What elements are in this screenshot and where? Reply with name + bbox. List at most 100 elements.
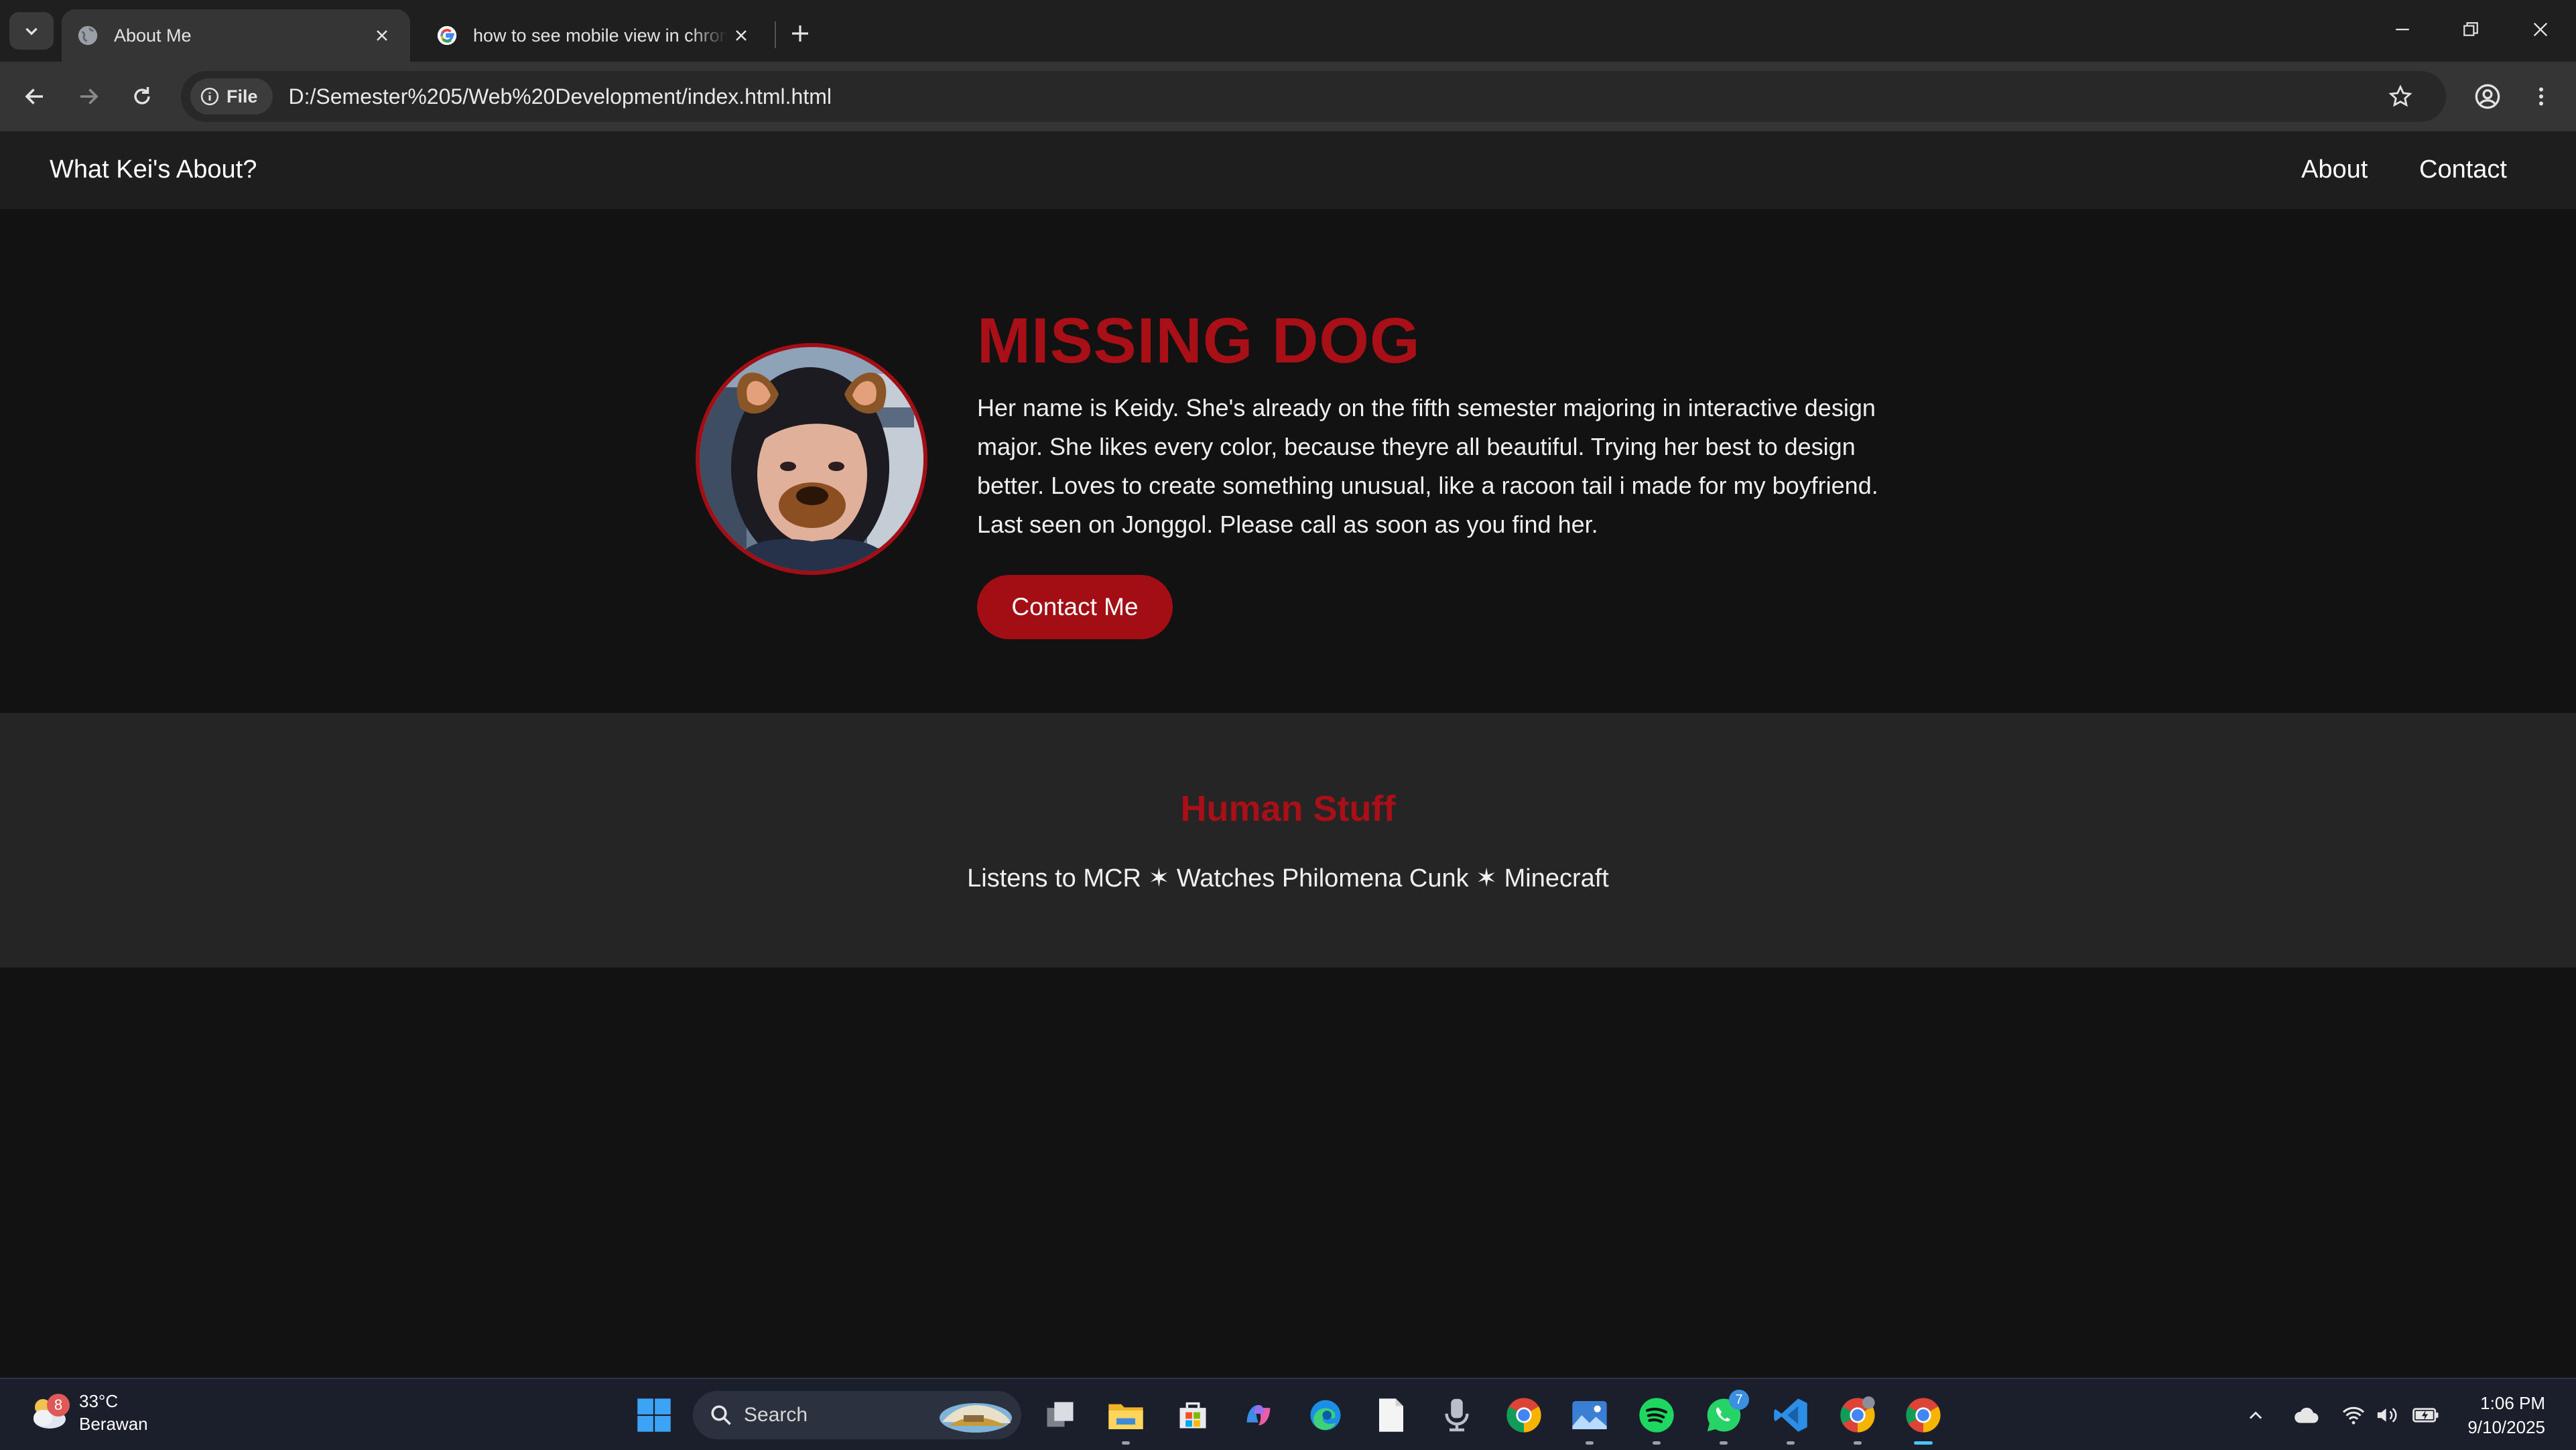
search-highlight-icon [940,1403,1012,1433]
account-icon [2475,84,2500,109]
menu-button[interactable] [2521,76,2561,117]
copilot-icon [1246,1404,1271,1426]
globe-icon [78,25,98,46]
wifi-tray[interactable] [2339,1402,2368,1429]
close-window-button[interactable] [2517,9,2564,50]
close-icon [2533,22,2548,37]
profile-photo [696,343,927,575]
forward-button[interactable] [68,76,109,117]
arrow-right-icon [80,88,99,105]
hero-title: MISSING DOG [977,305,1421,377]
new-tab-button[interactable] [783,16,818,51]
notepad-button[interactable] [1370,1394,1413,1437]
chrome-icon [1840,1396,1875,1433]
clock-date: 9/10/2025 [2467,1417,2545,1437]
browser-tabstrip: About Me how to see mobile view in chrom… [0,0,2576,62]
onedrive-tray[interactable] [2291,1402,2323,1429]
speaker-icon [2377,1408,2397,1423]
weather-temp: 33°C [79,1391,119,1411]
star-icon [2388,84,2412,107]
wifi-icon [2342,1406,2365,1425]
microphone-icon [1445,1398,1469,1432]
tab-search-button[interactable] [9,12,54,50]
tab-google-search[interactable]: how to see mobile view in chrome [421,9,769,62]
file-explorer-button[interactable] [1104,1394,1147,1445]
hero-section: MISSING DOG Her name is Keidy. She's alr… [0,209,2576,713]
search-icon [711,1405,731,1425]
plus-icon [792,25,808,42]
minimize-icon [2396,28,2409,31]
chevron-down-icon [25,27,38,36]
interests-list: Listens to MCR ✶ Watches Philomena Cunk … [967,864,1609,893]
close-tab-icon[interactable] [728,22,755,49]
tab-title: About Me [114,25,192,46]
site-info-label: File [227,86,258,107]
section-title: Human Stuff [1180,789,1396,829]
edge-button[interactable] [1304,1394,1347,1437]
battery-charging-icon [2412,1408,2439,1423]
battery-tray[interactable] [2410,1402,2442,1429]
photos-icon [1572,1401,1607,1429]
spotify-icon [1639,1398,1674,1433]
task-view-button[interactable] [1039,1394,1082,1437]
nav-link-contact[interactable]: Contact [2419,155,2507,184]
human-stuff-section: Human Stuff Listens to MCR ✶ Watches Phi… [0,713,2576,968]
weather-condition: Berawan [79,1414,148,1434]
more-vertical-icon [2539,87,2543,106]
chrome-icon [1906,1398,1941,1433]
spotify-button[interactable] [1635,1394,1678,1445]
back-button[interactable] [15,76,55,117]
volume-tray[interactable] [2372,1402,2402,1429]
site-info-chip[interactable]: File [190,78,273,115]
photos-button[interactable] [1568,1394,1611,1445]
tab-title: how to see mobile view in chrome [473,25,728,46]
task-view-icon [1047,1402,1074,1427]
site-brand[interactable]: What Kei's About? [50,155,257,184]
search-label: Search [744,1404,808,1426]
vscode-button[interactable] [1769,1394,1812,1445]
tab-separator [775,21,776,48]
reload-icon [134,86,150,105]
weather-widget[interactable]: 8 33°C Berawan [27,1390,148,1435]
google-icon [437,25,457,46]
minimize-button[interactable] [2379,9,2426,50]
address-bar[interactable]: File D:/Semester%205/Web%20Development/i… [181,71,2446,122]
microphone-app-button[interactable] [1435,1394,1478,1437]
windows-taskbar: 8 33°C Berawan Search 7 1:06 PM 9/10/202… [0,1378,2576,1450]
restore-button[interactable] [2447,9,2494,50]
document-icon [1379,1398,1403,1432]
restore-icon [2463,22,2478,36]
chrome-profile-button[interactable] [1836,1394,1879,1445]
site-navbar: What Kei's About? About Contact [0,131,2576,209]
clock-time: 1:06 PM [2480,1393,2545,1413]
web-page: What Kei's About? About Contact MISSING … [0,131,2576,1378]
browser-toolbar: File D:/Semester%205/Web%20Development/i… [0,62,2576,131]
edge-icon [1310,1400,1341,1431]
copilot-button[interactable] [1237,1394,1280,1437]
url-text[interactable]: D:/Semester%205/Web%20Development/index.… [289,84,832,109]
bookmark-button[interactable] [2382,78,2419,115]
store-icon [1179,1402,1206,1429]
hero-description: Her name is Keidy. She's already on the … [977,394,1878,538]
contact-me-button[interactable]: Contact Me [977,575,1173,639]
nav-link-about[interactable]: About [2301,155,2368,184]
close-tab-icon[interactable] [369,22,395,49]
taskbar-search[interactable]: Search [693,1391,1021,1439]
cloud-icon [2295,1407,2319,1423]
vscode-icon [1774,1398,1807,1432]
start-button[interactable] [633,1394,675,1437]
chrome-icon [1506,1398,1541,1433]
info-icon [200,87,219,106]
chrome-active-button[interactable] [1902,1394,1945,1445]
profile-button[interactable] [2467,76,2508,117]
chrome-button[interactable] [1502,1394,1545,1437]
weather-badge: 8 [47,1394,70,1416]
reload-button[interactable] [122,76,162,117]
tab-about-me[interactable]: About Me [62,9,410,62]
folder-icon [1108,1404,1143,1429]
show-hidden-icons-button[interactable] [2242,1402,2269,1429]
microsoft-store-button[interactable] [1171,1394,1214,1437]
chevron-up-icon [2249,1411,2262,1419]
whatsapp-button[interactable]: 7 [1702,1390,1749,1445]
system-clock[interactable]: 1:06 PM 9/10/2025 [2467,1391,2545,1439]
